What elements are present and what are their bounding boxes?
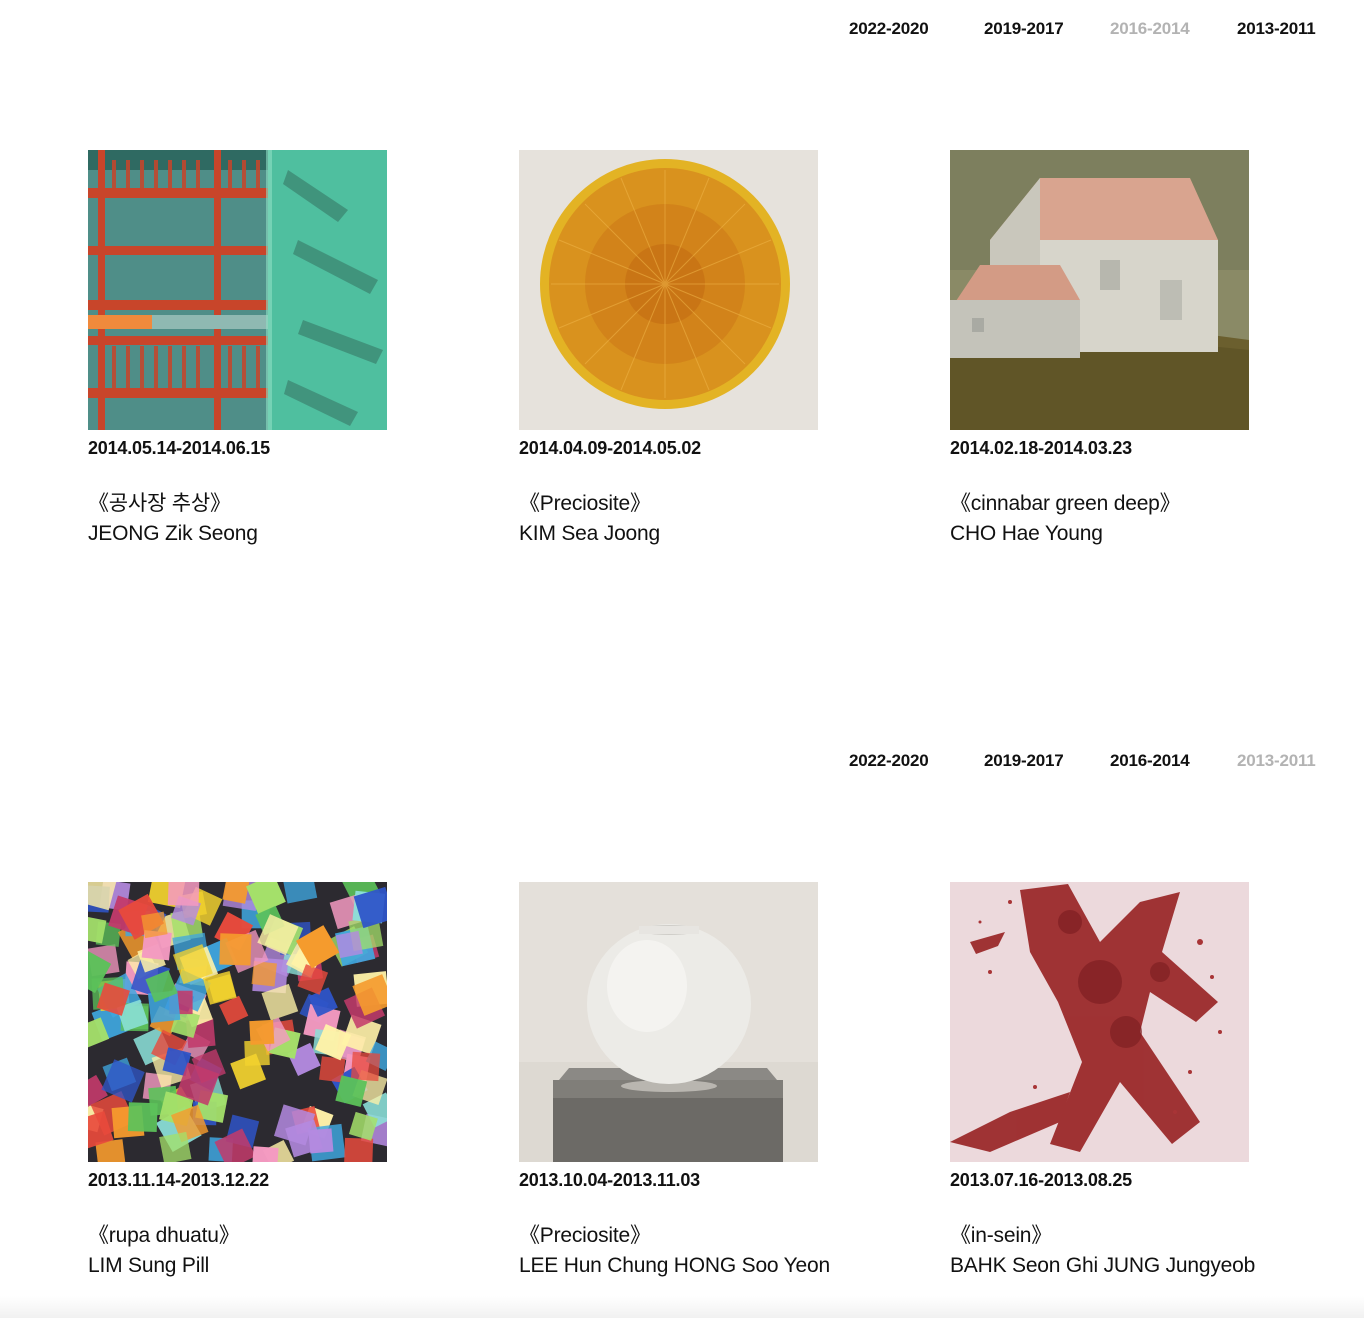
exhibition-title[interactable]: 《cinnabar green deep》 xyxy=(950,487,1280,517)
abstract-construction-painting-image xyxy=(88,150,387,430)
exhibition-date: 2013.10.04-2013.11.03 xyxy=(519,1170,700,1190)
painted-square xyxy=(249,1019,275,1045)
exhibition-card[interactable]: 2014.05.14-2014.06.15 《공사장 추상》 JEONG Zik… xyxy=(88,150,418,546)
year-link-2022-2020[interactable]: 2022-2020 xyxy=(849,19,929,39)
painted-square xyxy=(141,911,168,939)
exhibition-card[interactable]: 2014.04.09-2014.05.02 《Preciosite》 KIM S… xyxy=(519,150,849,546)
exhibition-thumbnail[interactable] xyxy=(519,882,818,1162)
year-link-2019-2017[interactable]: 2019-2017 xyxy=(984,751,1064,771)
painted-square xyxy=(344,1137,374,1162)
year-navigation: 2022-2020 2019-2017 2016-2014 2013-2011 xyxy=(0,19,1364,43)
exhibition-title[interactable]: 《Preciosite》 xyxy=(519,487,849,517)
painted-square xyxy=(350,1051,381,1082)
exhibition-title[interactable]: 《in-sein》 xyxy=(950,1219,1280,1249)
year-navigation: 2022-2020 2019-2017 2016-2014 2013-2011 xyxy=(0,751,1364,775)
red-pigment-splash-image xyxy=(950,882,1249,1162)
painted-square xyxy=(335,930,363,959)
year-link-2019-2017[interactable]: 2019-2017 xyxy=(984,19,1064,39)
exhibition-artist: BAHK Seon Ghi JUNG Jungyeob xyxy=(950,1254,1256,1277)
exhibition-thumbnail[interactable] xyxy=(519,150,818,430)
exhibition-card[interactable]: 2014.02.18-2014.03.23 《cinnabar green de… xyxy=(950,150,1280,546)
exhibition-artist: KIM Sea Joong xyxy=(519,522,660,545)
exhibition-date: 2013.11.14-2013.12.22 xyxy=(88,1170,269,1190)
painted-square xyxy=(219,933,252,966)
exhibition-thumbnail[interactable] xyxy=(88,150,387,430)
exhibition-date: 2014.04.09-2014.05.02 xyxy=(519,438,701,458)
year-link-2022-2020[interactable]: 2022-2020 xyxy=(849,751,929,771)
page-bottom-edge xyxy=(0,1296,1364,1318)
painted-square xyxy=(127,1102,158,1132)
exhibition-artist: CHO Hae Young xyxy=(950,522,1103,545)
painted-square xyxy=(251,1146,279,1162)
exhibition-title[interactable]: 《Preciosite》 xyxy=(519,1219,849,1249)
orange-circular-relief-image xyxy=(519,150,818,430)
exhibition-artist: LIM Sung Pill xyxy=(88,1254,210,1277)
exhibition-card[interactable]: 2013.11.14-2013.12.22 《rupa dhuatu》 LIM … xyxy=(88,882,418,1278)
exhibition-thumbnail[interactable] xyxy=(950,150,1249,430)
white-house-painting-image xyxy=(950,150,1249,430)
exhibition-card[interactable]: 2013.07.16-2013.08.25 《in-sein》 BAHK Seo… xyxy=(950,882,1280,1278)
colorful-squares-painting-image xyxy=(88,882,387,1162)
exhibition-title[interactable]: 《rupa dhuatu》 xyxy=(88,1219,418,1249)
year-link-2013-2011[interactable]: 2013-2011 xyxy=(1237,751,1316,771)
exhibition-date: 2014.02.18-2014.03.23 xyxy=(950,438,1132,458)
year-link-2013-2011[interactable]: 2013-2011 xyxy=(1237,19,1316,39)
white-moon-jar-image xyxy=(519,882,818,1162)
exhibition-artist: LEE Hun Chung HONG Soo Yeon xyxy=(519,1254,830,1277)
exhibition-card[interactable]: 2013.10.04-2013.11.03 《Preciosite》 LEE H… xyxy=(519,882,849,1278)
year-link-2016-2014[interactable]: 2016-2014 xyxy=(1110,19,1190,39)
exhibition-thumbnail[interactable] xyxy=(88,882,387,1162)
exhibition-title[interactable]: 《공사장 추상》 xyxy=(88,487,418,517)
exhibition-artist: JEONG Zik Seong xyxy=(88,522,258,545)
exhibition-date: 2013.07.16-2013.08.25 xyxy=(950,1170,1132,1190)
painted-square xyxy=(159,1131,192,1162)
exhibition-date: 2014.05.14-2014.06.15 xyxy=(88,438,270,458)
painted-square xyxy=(167,882,200,907)
exhibition-thumbnail[interactable] xyxy=(950,882,1249,1162)
year-link-2016-2014[interactable]: 2016-2014 xyxy=(1110,751,1190,771)
